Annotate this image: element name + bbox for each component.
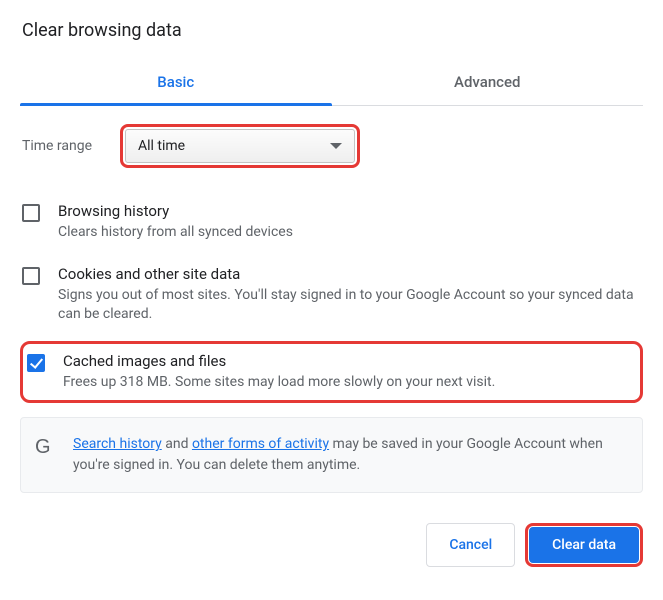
option-cache-highlight: Cached images and files Frees up 318 MB.… [20, 341, 643, 404]
option-desc: Clears history from all synced devices [58, 223, 643, 243]
cancel-button[interactable]: Cancel [426, 523, 515, 567]
info-text: Search history and other forms of activi… [73, 434, 628, 476]
tabs: Basic Advanced [20, 59, 643, 106]
checkbox-cookies[interactable] [22, 267, 40, 285]
chevron-down-icon [330, 143, 342, 149]
clear-data-highlight: Clear data [525, 523, 643, 567]
option-text: Browsing history Clears history from all… [58, 202, 643, 243]
option-title: Cookies and other site data [58, 265, 643, 283]
time-range-highlight: All time [120, 124, 360, 168]
link-search-history[interactable]: Search history [73, 436, 162, 452]
option-title: Browsing history [58, 202, 643, 220]
link-other-activity[interactable]: other forms of activity [192, 436, 329, 452]
checkbox-browsing-history[interactable] [22, 204, 40, 222]
options-list: Browsing history Clears history from all… [20, 196, 643, 403]
option-desc: Signs you out of most sites. You'll stay… [58, 286, 643, 325]
tab-advanced[interactable]: Advanced [332, 59, 644, 105]
option-browsing-history: Browsing history Clears history from all… [20, 196, 643, 259]
option-desc: Frees up 318 MB. Some sites may load mor… [63, 373, 634, 393]
info-mid: and [162, 436, 192, 452]
google-icon: G [35, 436, 57, 459]
google-account-info: G Search history and other forms of acti… [20, 417, 643, 493]
clear-data-button[interactable]: Clear data [529, 527, 639, 563]
clear-browsing-data-dialog: Clear browsing data Basic Advanced Time … [0, 0, 663, 591]
dialog-actions: Cancel Clear data [20, 523, 643, 567]
time-range-value: All time [138, 138, 185, 154]
option-cookies: Cookies and other site data Signs you ou… [20, 259, 643, 341]
tab-basic[interactable]: Basic [20, 59, 332, 105]
time-range-label: Time range [20, 138, 120, 154]
time-range-select[interactable]: All time [125, 129, 355, 163]
dialog-title: Clear browsing data [20, 20, 643, 41]
option-title: Cached images and files [63, 352, 634, 370]
checkbox-cache[interactable] [27, 354, 45, 372]
option-text: Cached images and files Frees up 318 MB.… [63, 352, 634, 393]
time-range-row: Time range All time [20, 124, 643, 168]
option-text: Cookies and other site data Signs you ou… [58, 265, 643, 325]
